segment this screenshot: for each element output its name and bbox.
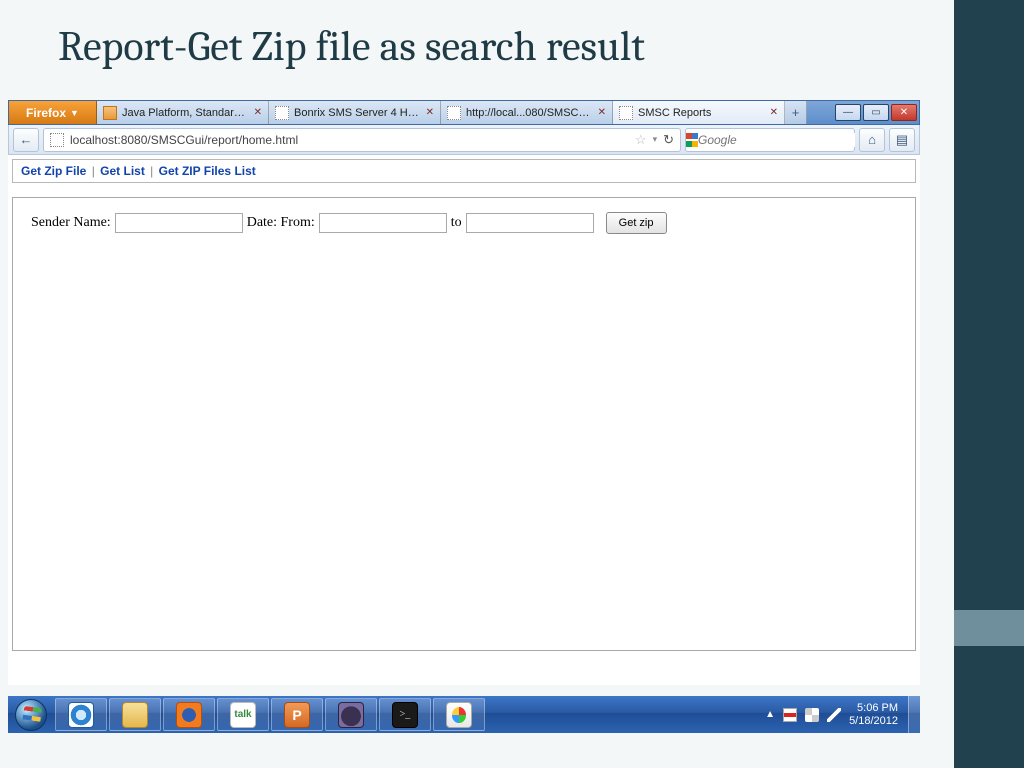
- slide-accent-band: [954, 0, 1024, 768]
- breadcrumb: Get Zip File | Get List | Get ZIP Files …: [12, 159, 916, 183]
- taskbar-item-powerpoint[interactable]: P: [271, 698, 323, 731]
- taskbar-item-cmd[interactable]: >_: [379, 698, 431, 731]
- firefox-app-label: Firefox: [26, 106, 66, 120]
- search-input[interactable]: [698, 133, 855, 147]
- folder-icon: [122, 702, 148, 728]
- sender-name-input[interactable]: [115, 213, 243, 233]
- bookmarks-menu-button[interactable]: ▤: [889, 128, 915, 152]
- taskbar-item-explorer[interactable]: [109, 698, 161, 731]
- page-favicon-icon: [275, 106, 289, 120]
- breadcrumb-get-zip-files-list[interactable]: Get ZIP Files List: [159, 164, 256, 178]
- close-icon[interactable]: ✕: [598, 107, 606, 118]
- gtalk-icon: talk: [230, 702, 256, 728]
- firefox-icon: [176, 702, 202, 728]
- address-bar[interactable]: ☆ ▾ ↻: [43, 128, 681, 152]
- clock-time: 5:06 PM: [849, 702, 898, 715]
- tab-smsc-reports[interactable]: SMSC Reports ✕: [613, 101, 785, 124]
- cmd-icon: >_: [392, 702, 418, 728]
- page-favicon-icon: [50, 133, 64, 147]
- taskbar-item-gtalk[interactable]: talk: [217, 698, 269, 731]
- url-input[interactable]: [70, 133, 629, 147]
- browser-window: Firefox ▼ Java Platform, Standard Ed... …: [8, 100, 920, 685]
- tab-java-platform[interactable]: Java Platform, Standard Ed... ✕: [97, 101, 269, 124]
- tab-label: http://local...080/SMSCGui/: [466, 107, 593, 119]
- action-center-icon[interactable]: [783, 708, 797, 722]
- maximize-button[interactable]: ▭: [863, 104, 889, 121]
- eclipse-icon: [338, 702, 364, 728]
- get-zip-button[interactable]: Get zip: [606, 212, 667, 234]
- caret-down-icon: ▼: [70, 108, 79, 118]
- back-button[interactable]: ←: [13, 128, 39, 152]
- tab-label: Bonrix SMS Server 4 HTTP ...: [294, 107, 421, 119]
- chevron-down-icon[interactable]: ▾: [653, 134, 658, 145]
- window-controls: — ▭ ✕: [835, 101, 919, 124]
- breadcrumb-separator: |: [148, 164, 155, 178]
- tab-smscgui-url[interactable]: http://local...080/SMSCGui/ ✕: [441, 101, 613, 124]
- breadcrumb-get-zip-file[interactable]: Get Zip File: [21, 164, 86, 178]
- close-icon[interactable]: ✕: [426, 107, 434, 118]
- slide-title: Report-Get Zip file as search result: [58, 22, 645, 71]
- start-button[interactable]: [8, 696, 54, 733]
- sender-name-label: Sender Name:: [31, 215, 111, 231]
- volume-icon[interactable]: [827, 708, 841, 722]
- breadcrumb-separator: |: [90, 164, 97, 178]
- date-to-input[interactable]: [466, 213, 594, 233]
- close-icon[interactable]: ✕: [770, 107, 778, 118]
- date-from-input[interactable]: [319, 213, 447, 233]
- network-icon[interactable]: [805, 708, 819, 722]
- home-icon: ⌂: [868, 132, 876, 147]
- search-box[interactable]: 🔍: [685, 128, 855, 152]
- bookmarks-icon: ▤: [896, 132, 908, 148]
- java-favicon-icon: [103, 106, 117, 120]
- bookmark-star-icon[interactable]: ☆: [635, 132, 647, 148]
- paint-icon: [446, 702, 472, 728]
- tab-strip: Firefox ▼ Java Platform, Standard Ed... …: [8, 100, 920, 125]
- page-favicon-icon: [447, 106, 461, 120]
- show-desktop-button[interactable]: [908, 696, 920, 733]
- date-from-label: Date: From:: [247, 215, 315, 231]
- windows-orb-icon: [15, 699, 47, 731]
- page-favicon-icon: [619, 106, 633, 120]
- taskbar-item-paint[interactable]: [433, 698, 485, 731]
- system-tray: ▲ 5:06 PM 5/18/2012: [761, 702, 904, 727]
- page-content: Get Zip File | Get List | Get ZIP Files …: [8, 155, 920, 685]
- home-button[interactable]: ⌂: [859, 128, 885, 152]
- breadcrumb-get-list[interactable]: Get List: [100, 164, 145, 178]
- tab-label: SMSC Reports: [638, 107, 765, 119]
- taskbar-item-ie[interactable]: [55, 698, 107, 731]
- firefox-app-button[interactable]: Firefox ▼: [9, 101, 97, 124]
- minimize-button[interactable]: —: [835, 104, 861, 121]
- search-form-panel: Sender Name: Date: From: to Get zip: [12, 197, 916, 651]
- clock-date: 5/18/2012: [849, 715, 898, 728]
- arrow-left-icon: ←: [20, 132, 33, 147]
- windows-taskbar: talk P >_ ▲ 5:06 PM 5/18/2012: [8, 696, 920, 733]
- tab-bonrix-sms[interactable]: Bonrix SMS Server 4 HTTP ... ✕: [269, 101, 441, 124]
- internet-explorer-icon: [68, 702, 94, 728]
- powerpoint-icon: P: [284, 702, 310, 728]
- reload-icon[interactable]: ↻: [663, 132, 674, 148]
- window-close-button[interactable]: ✕: [891, 104, 917, 121]
- taskbar-item-firefox[interactable]: [163, 698, 215, 731]
- clock[interactable]: 5:06 PM 5/18/2012: [849, 702, 900, 727]
- search-form-row: Sender Name: Date: From: to Get zip: [31, 212, 897, 234]
- close-icon[interactable]: ✕: [254, 107, 262, 118]
- taskbar-item-eclipse[interactable]: [325, 698, 377, 731]
- show-hidden-icons-button[interactable]: ▲: [765, 709, 775, 720]
- tab-label: Java Platform, Standard Ed...: [122, 107, 249, 119]
- navigation-toolbar: ← ☆ ▾ ↻ 🔍 ⌂ ▤: [8, 125, 920, 155]
- date-to-label: to: [451, 215, 462, 231]
- new-tab-button[interactable]: +: [785, 101, 807, 124]
